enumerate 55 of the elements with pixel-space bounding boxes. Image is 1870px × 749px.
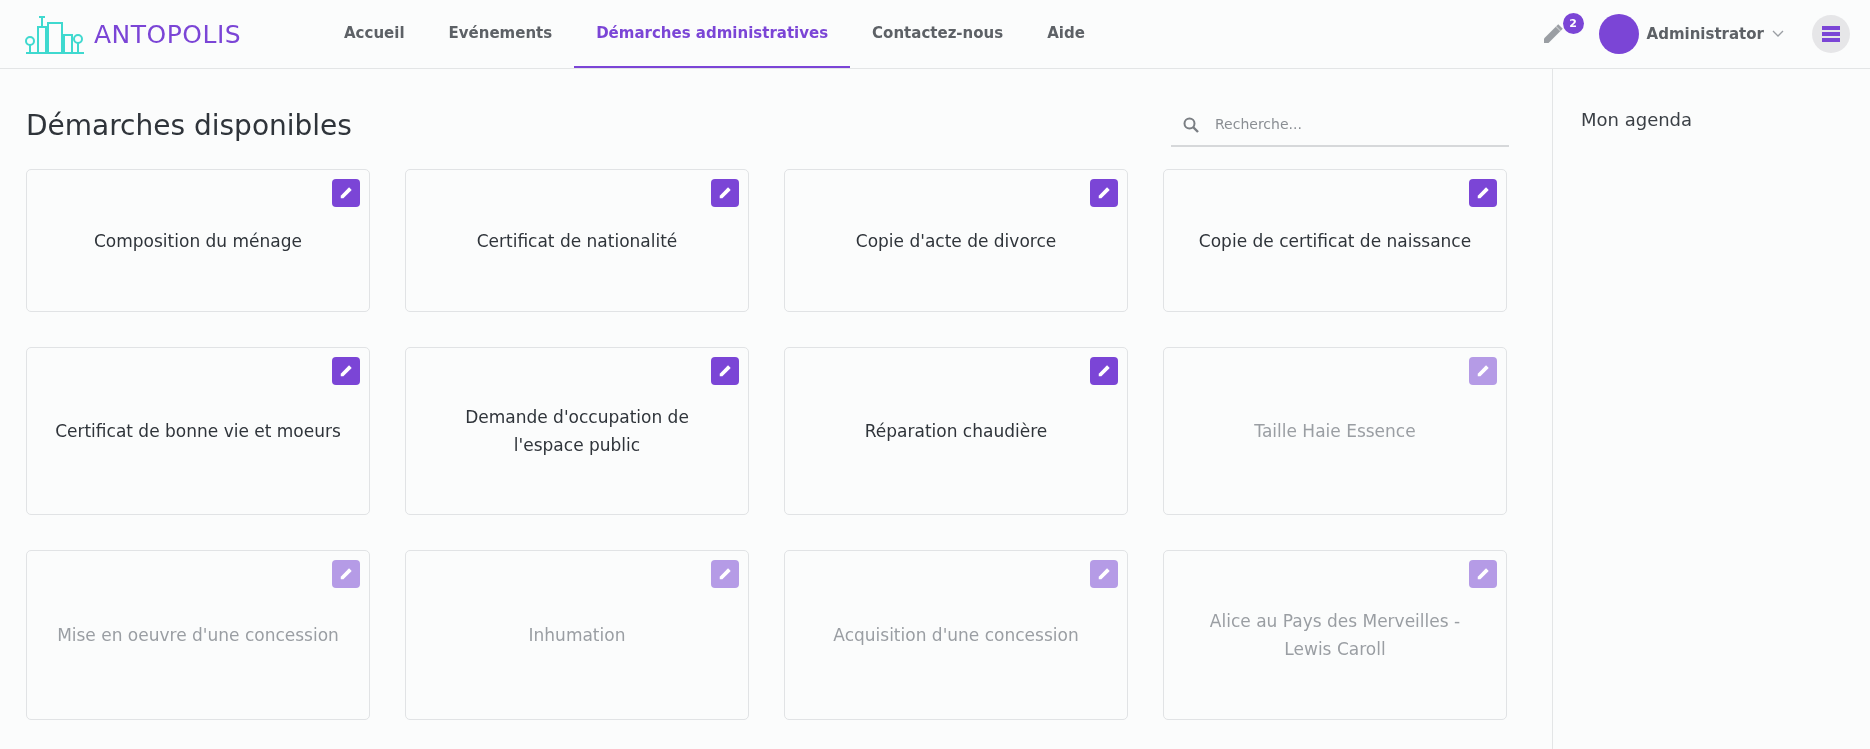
edit-button[interactable] — [711, 357, 739, 385]
pencil-icon — [1097, 364, 1111, 378]
card-title: Alice au Pays des Merveilles - Lewis Caroll — [1208, 610, 1462, 661]
chevron-down-icon — [1772, 30, 1784, 38]
pencil-icon — [718, 567, 732, 581]
procedure-card[interactable]: Composition du ménage — [26, 169, 370, 312]
user-menu[interactable]: Administrator — [1598, 14, 1784, 54]
avatar-icon — [1598, 14, 1639, 54]
edit-button[interactable] — [1090, 179, 1118, 207]
pencil-icon — [1097, 186, 1111, 200]
card-title: Réparation chaudière — [864, 420, 1048, 443]
edit-button[interactable] — [1090, 357, 1118, 385]
card-title: Certificat de bonne vie et moeurs — [55, 420, 341, 443]
edit-button[interactable] — [711, 179, 739, 207]
search-icon — [1183, 117, 1199, 133]
page-title: Démarches disponibles — [26, 108, 352, 142]
pencil-icon — [339, 567, 353, 581]
pencil-icon — [1476, 567, 1490, 581]
procedure-card[interactable]: Demande d'occupation de l'espace public — [405, 347, 749, 515]
pencil-icon — [339, 186, 353, 200]
card-title: Copie d'acte de divorce — [855, 229, 1057, 253]
pencil-icon — [718, 364, 732, 378]
card-title: Certificat de nationalité — [476, 229, 678, 253]
city-logo-icon — [24, 13, 86, 55]
logo-text: ANTOPOLIS — [94, 19, 242, 49]
nav-tab[interactable]: Aide — [1025, 0, 1107, 68]
nav-tab[interactable]: Contactez-nous — [850, 0, 1026, 68]
pencil-icon — [1476, 364, 1490, 378]
pencil-icon — [1097, 567, 1111, 581]
card-title: Acquisition d'une concession — [833, 624, 1079, 647]
card-title: Inhumation — [528, 624, 626, 647]
procedure-card[interactable]: Copie de certificat de naissance — [1163, 169, 1507, 312]
menu-button[interactable] — [1812, 15, 1850, 53]
card-title: Taille Haie Essence — [1254, 420, 1416, 443]
card-title: Composition du ménage — [94, 229, 302, 253]
nav-tab[interactable]: Démarches administratives — [574, 0, 851, 68]
edit-button[interactable] — [332, 179, 360, 207]
edit-button[interactable] — [1469, 179, 1497, 207]
nav-tab[interactable]: Accueil — [322, 0, 427, 68]
card-title: Demande d'occupation de l'espace public — [464, 406, 690, 457]
search-field[interactable]: Recherche... — [1171, 103, 1509, 147]
pencil-icon — [1476, 186, 1490, 200]
stack-icon — [1822, 26, 1840, 42]
pencil-icon — [718, 186, 732, 200]
notification-badge: 2 — [1562, 13, 1584, 34]
nav-tab[interactable]: Evénements — [426, 0, 575, 68]
sidebar-title: Mon agenda — [1581, 109, 1694, 130]
procedure-card[interactable]: Certificat de bonne vie et moeurs — [26, 347, 370, 515]
procedure-card[interactable]: Copie d'acte de divorce — [784, 169, 1128, 312]
procedure-card[interactable]: Certificat de nationalité — [405, 169, 749, 312]
edit-button[interactable] — [332, 357, 360, 385]
card-title: Copie de certificat de naissance — [1198, 229, 1472, 253]
procedure-card[interactable]: Réparation chaudière — [784, 347, 1128, 515]
card-title: Mise en oeuvre d'une concession — [57, 624, 339, 647]
pencil-icon — [339, 364, 353, 378]
